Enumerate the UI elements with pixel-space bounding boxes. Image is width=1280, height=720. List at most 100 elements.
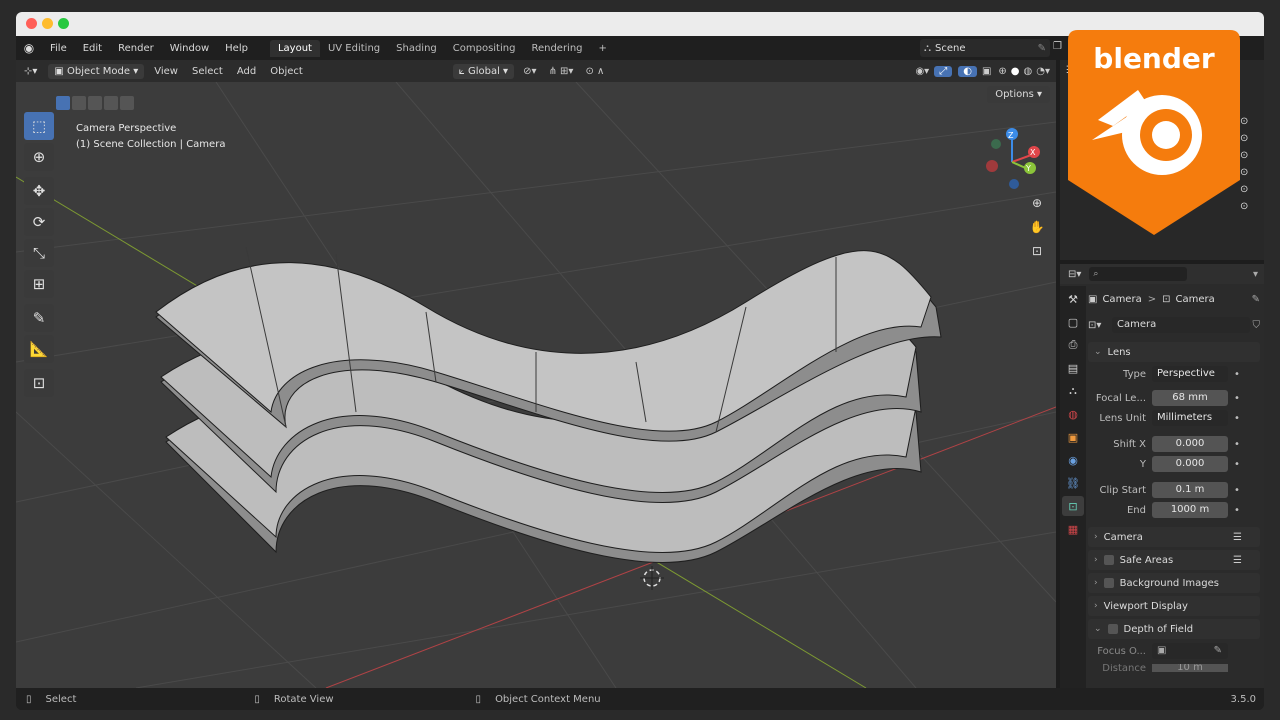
zoom-icon[interactable]: ⊕ bbox=[1026, 196, 1048, 220]
orientation-dropdown[interactable]: ⟀ Global ▾ bbox=[452, 63, 515, 79]
safe-areas-panel-header[interactable]: › Safe Areas ☰ bbox=[1088, 550, 1260, 570]
pan-hand-icon[interactable]: ✋ bbox=[1026, 220, 1048, 244]
menu-file[interactable]: File bbox=[42, 43, 75, 54]
background-images-panel-header[interactable]: › Background Images bbox=[1088, 573, 1260, 593]
add-workspace-button[interactable]: + bbox=[591, 40, 615, 57]
camera-data-tab-icon[interactable]: ⊡ bbox=[1062, 496, 1084, 516]
move-tool[interactable]: ✥ bbox=[24, 177, 54, 205]
animate-dot-icon[interactable]: • bbox=[1232, 393, 1242, 404]
outliner-render-icon[interactable]: ⊙ bbox=[1240, 116, 1258, 133]
pin-icon[interactable]: ✎ bbox=[1252, 294, 1260, 305]
outliner-render-icon[interactable]: ⊙ bbox=[1240, 150, 1258, 167]
texture-tab-icon[interactable]: ▦ bbox=[1062, 519, 1084, 539]
xray-icon[interactable]: ▣ bbox=[977, 66, 996, 77]
visibility-icon[interactable]: ◉▾ bbox=[910, 66, 934, 77]
select-subtract-icon[interactable] bbox=[88, 96, 102, 110]
safe-areas-checkbox[interactable] bbox=[1103, 555, 1114, 565]
tool-tab-icon[interactable]: ⚒ bbox=[1062, 289, 1084, 309]
distance-field[interactable]: 10 m bbox=[1152, 664, 1228, 672]
clip-start-field[interactable]: 0.1 m bbox=[1152, 482, 1228, 498]
background-images-checkbox[interactable] bbox=[1103, 578, 1114, 588]
world-tab-icon[interactable]: ◍ bbox=[1062, 404, 1084, 424]
animate-dot-icon[interactable]: • bbox=[1232, 369, 1242, 380]
blender-menu-icon[interactable]: ◉ bbox=[16, 41, 42, 55]
camera-data-browse-icon[interactable]: ⊡▾ bbox=[1088, 320, 1112, 331]
rotate-tool[interactable]: ⟳ bbox=[24, 208, 54, 236]
editor-type-icon[interactable]: ⊹▾ bbox=[16, 66, 45, 77]
tab-layout[interactable]: Layout bbox=[269, 39, 320, 57]
select-intersect-icon[interactable] bbox=[120, 96, 134, 110]
outliner-render-icon[interactable]: ⊙ bbox=[1240, 133, 1258, 150]
camera-view-icon[interactable]: ⊡ bbox=[1026, 244, 1048, 268]
header-object[interactable]: Object bbox=[263, 66, 310, 77]
shift-x-field[interactable]: 0.000 bbox=[1152, 436, 1228, 452]
pivot-icon[interactable]: ⊘▾ bbox=[517, 66, 542, 77]
menu-window[interactable]: Window bbox=[162, 43, 217, 54]
animate-dot-icon[interactable]: • bbox=[1232, 505, 1242, 516]
mode-dropdown[interactable]: ▣ Object Mode ▾ bbox=[48, 63, 145, 79]
header-add[interactable]: Add bbox=[230, 66, 263, 77]
scene-selector[interactable]: ⛬ Scene ✎ bbox=[920, 39, 1050, 57]
scale-tool[interactable]: ⤡ bbox=[24, 239, 54, 267]
menu-help[interactable]: Help bbox=[217, 43, 256, 54]
tab-rendering[interactable]: Rendering bbox=[523, 40, 590, 57]
object-tab-icon[interactable]: ▣ bbox=[1062, 427, 1084, 447]
constraints-tab-icon[interactable]: ⛓ bbox=[1062, 473, 1084, 493]
zoom-window-button[interactable] bbox=[58, 18, 69, 29]
cursor-tool[interactable]: ⊕ bbox=[24, 143, 54, 171]
properties-options-icon[interactable]: ▾ bbox=[1253, 269, 1264, 280]
header-select[interactable]: Select bbox=[185, 66, 230, 77]
presets-list-icon[interactable]: ☰ bbox=[1233, 555, 1260, 566]
focus-object-field[interactable]: ▣ ✎ bbox=[1152, 643, 1228, 659]
shading-solid-icon[interactable]: ● bbox=[1009, 66, 1022, 77]
view-layer-tab-icon[interactable]: ▤ bbox=[1062, 358, 1084, 378]
fake-user-shield-icon[interactable]: ⛉ bbox=[1253, 320, 1261, 331]
lens-panel-header[interactable]: ⌄ Lens bbox=[1088, 342, 1260, 362]
properties-editor[interactable]: ⊟▾ ⌕ ▾ ⚒ ▢ ⎙ ▤ ⛬ ◍ ▣ ◉ ⛓ ⊡ ▦ ▣ Camera > … bbox=[1060, 264, 1264, 688]
depth-of-field-checkbox[interactable] bbox=[1107, 624, 1118, 634]
pin-icon[interactable]: ✎ bbox=[1038, 43, 1050, 54]
new-scene-icon[interactable]: ❐ bbox=[1053, 41, 1062, 52]
outliner-render-icon[interactable]: ⊙ bbox=[1240, 184, 1258, 201]
add-cube-tool[interactable]: ⊡ bbox=[24, 369, 54, 397]
animate-dot-icon[interactable]: • bbox=[1232, 439, 1242, 450]
camera-panel-header[interactable]: › Camera ☰ bbox=[1088, 527, 1260, 547]
options-button[interactable]: Options ▾ bbox=[987, 86, 1050, 103]
animate-dot-icon[interactable]: • bbox=[1232, 485, 1242, 496]
properties-editor-icon[interactable]: ⊟▾ bbox=[1068, 269, 1081, 280]
select-extend-icon[interactable] bbox=[72, 96, 86, 110]
3d-viewport[interactable]: Z X Y Camera Perspective (1) Scene Colle… bbox=[16, 82, 1056, 688]
select-box-tool[interactable]: ⬚ bbox=[24, 112, 54, 140]
overlay-toggle-icon[interactable]: ◐ bbox=[958, 65, 977, 77]
physics-tab-icon[interactable]: ◉ bbox=[1062, 450, 1084, 470]
shading-wireframe-icon[interactable]: ⊕ bbox=[996, 66, 1008, 77]
shift-y-field[interactable]: 0.000 bbox=[1152, 456, 1228, 472]
close-window-button[interactable] bbox=[26, 18, 37, 29]
outliner-render-icon[interactable]: ⊙ bbox=[1240, 167, 1258, 184]
snap-icon[interactable]: ⋔ ⊞▾ bbox=[542, 66, 579, 77]
select-new-icon[interactable] bbox=[56, 96, 70, 110]
viewport-display-panel-header[interactable]: › Viewport Display bbox=[1088, 596, 1260, 616]
depth-of-field-panel-header[interactable]: ⌄ Depth of Field bbox=[1088, 619, 1260, 639]
animate-dot-icon[interactable]: • bbox=[1232, 413, 1242, 424]
scene-tab-icon[interactable]: ⛬ bbox=[1062, 381, 1084, 401]
tab-uv-editing[interactable]: UV Editing bbox=[320, 40, 388, 57]
gizmo-toggle-icon[interactable]: ⤢ bbox=[934, 65, 953, 77]
select-invert-icon[interactable] bbox=[104, 96, 118, 110]
shading-rendered-icon[interactable]: ◔▾ bbox=[1034, 66, 1056, 77]
focal-length-field[interactable]: 68 mm bbox=[1152, 390, 1228, 406]
transform-tool[interactable]: ⊞ bbox=[24, 270, 54, 298]
header-view[interactable]: View bbox=[147, 66, 185, 77]
render-tab-icon[interactable]: ▢ bbox=[1062, 312, 1084, 332]
type-dropdown[interactable]: Perspective bbox=[1152, 366, 1228, 382]
presets-list-icon[interactable]: ☰ bbox=[1233, 532, 1260, 543]
output-tab-icon[interactable]: ⎙ bbox=[1062, 335, 1084, 355]
outliner-render-icon[interactable]: ⊙ bbox=[1240, 201, 1258, 218]
properties-search[interactable]: ⌕ bbox=[1089, 267, 1188, 281]
camera-data-name-field[interactable]: Camera bbox=[1112, 317, 1250, 333]
clip-end-field[interactable]: 1000 m bbox=[1152, 502, 1228, 518]
tab-shading[interactable]: Shading bbox=[388, 40, 445, 57]
annotate-tool[interactable]: ✎ bbox=[24, 304, 54, 332]
menu-render[interactable]: Render bbox=[110, 43, 162, 54]
proportional-edit-icon[interactable]: ⊙ ∧ bbox=[579, 66, 610, 77]
